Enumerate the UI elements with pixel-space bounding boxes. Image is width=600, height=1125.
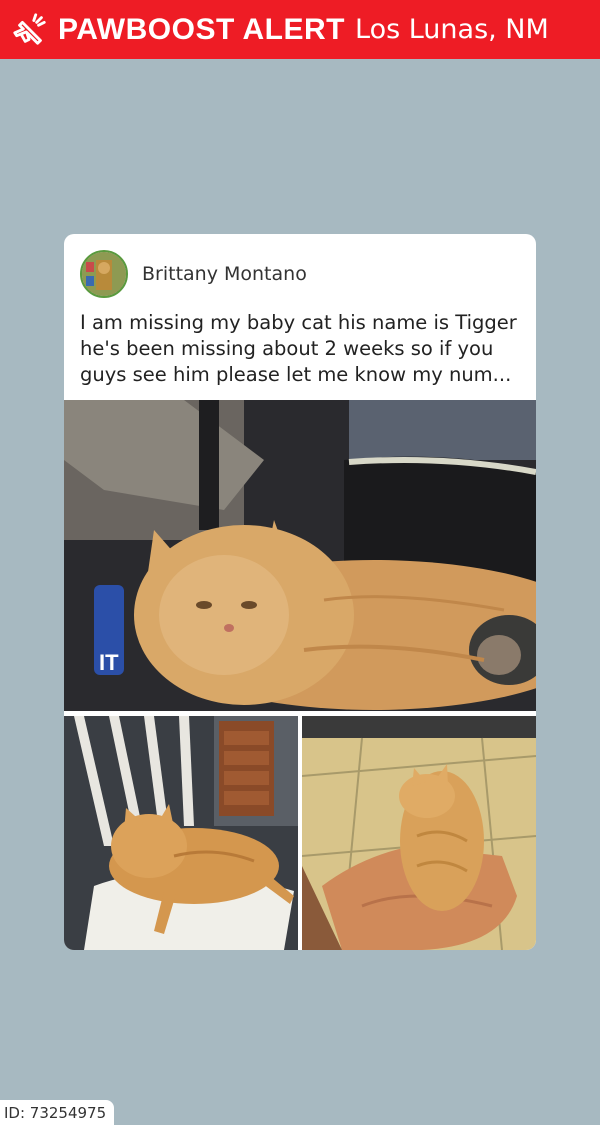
orange-cat-on-towel-photo (302, 716, 536, 950)
svg-text:IT: IT (99, 650, 119, 675)
post-card: Brittany Montano I am missing my baby ca… (64, 234, 536, 950)
alert-header: PAWBOOST ALERT Los Lunas, NM (0, 0, 600, 59)
avatar (80, 250, 128, 298)
post-author-row: Brittany Montano (80, 250, 307, 298)
orange-cat-lying-photo: IT (64, 400, 536, 711)
alert-location: Los Lunas, NM (355, 14, 549, 45)
post-author-name: Brittany Montano (142, 263, 307, 285)
post-text: I am missing my baby cat his name is Tig… (80, 311, 517, 386)
megaphone-icon (10, 10, 50, 50)
brand-title: PAWBOOST ALERT (58, 12, 345, 46)
listing-id-badge: ID: 73254975 (0, 1100, 115, 1125)
orange-cat-on-chair-photo (64, 716, 298, 950)
